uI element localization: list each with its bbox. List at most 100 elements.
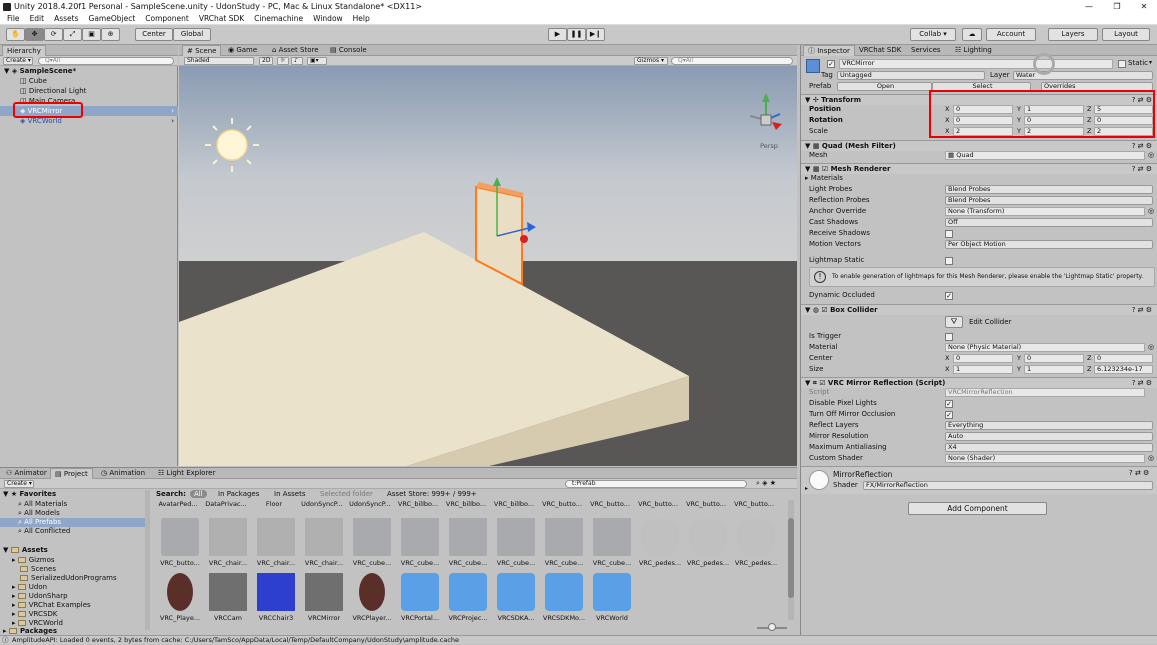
prefab-asset[interactable]: VRC_cube... [493, 518, 539, 567]
static-checkbox[interactable] [1118, 60, 1126, 68]
rect-tool-icon[interactable]: ▣ [82, 28, 101, 41]
asset-label[interactable]: VRC_butto... [683, 500, 729, 508]
prefab-asset[interactable]: VRCWorld [589, 573, 635, 622]
favorite-item[interactable]: ⌕ All Models [0, 509, 145, 518]
prefab-asset[interactable]: VRC_chair... [301, 518, 347, 567]
pause-button[interactable]: ❚❚ [567, 28, 586, 41]
lightmap-static-checkbox[interactable] [945, 257, 953, 265]
object-name-field[interactable]: VRCMirror [839, 59, 1113, 69]
menu-gameobject[interactable]: GameObject [84, 13, 141, 24]
tab-inspector[interactable]: ⓘ Inspector [803, 45, 855, 56]
static-dropdown-icon[interactable]: ▾ [1149, 59, 1152, 66]
audio-toggle-icon[interactable]: ♪ [291, 57, 303, 65]
mirror-resolution-dropdown[interactable]: Auto [945, 432, 1153, 441]
receive-shadows-checkbox[interactable] [945, 230, 953, 238]
tab-console[interactable]: ▤ Console [326, 45, 371, 56]
center-z-field[interactable]: 0 [1094, 354, 1153, 363]
asset-label[interactable]: UdonSyncP... [299, 500, 345, 508]
dynamic-occluded-checkbox[interactable]: ✓ [945, 292, 953, 300]
custom-shader-field[interactable]: None (Shader) [945, 454, 1145, 463]
size-y-field[interactable]: 1 [1024, 365, 1084, 374]
asset-label[interactable]: DataPrivac... [203, 500, 249, 508]
prefab-asset[interactable]: VRC_cube... [589, 518, 635, 567]
collab-dropdown[interactable]: Collab ▾ [910, 28, 956, 41]
scale-y-field[interactable]: 2 [1024, 127, 1084, 136]
scale-z-field[interactable]: 2 [1094, 127, 1153, 136]
is-trigger-checkbox[interactable] [945, 333, 953, 341]
prefab-asset[interactable]: VRC_pedes... [685, 518, 731, 567]
prefab-asset[interactable]: VRC_cube... [397, 518, 443, 567]
scene-root[interactable]: ▼ ◈ SampleScene* [0, 66, 178, 76]
tab-animator[interactable]: ⚇ Animator [2, 468, 51, 479]
shading-mode-dropdown[interactable]: Shaded [184, 57, 254, 65]
filter-asset-store[interactable]: Asset Store: 999+ / 999+ [387, 490, 477, 498]
cast-shadows-dropdown[interactable]: Off [945, 218, 1153, 227]
tab-asset-store[interactable]: ⌂ Asset Store [268, 45, 323, 56]
hierarchy-item-light[interactable]: ◫ Directional Light [0, 86, 178, 96]
asset-label[interactable]: VRC_billbo... [443, 500, 489, 508]
mesh-filter-header[interactable]: ▼ ▦ Quad (Mesh Filter) ? ⇄ ⚙ [801, 140, 1157, 151]
asset-label[interactable]: VRC_butto... [587, 500, 633, 508]
turn-off-occlusion-checkbox[interactable]: ✓ [945, 411, 953, 419]
prefab-asset[interactable]: VRCChair3 [253, 573, 299, 622]
prefab-asset[interactable]: VRCPlayer... [349, 573, 395, 622]
filter-icons[interactable]: ⌕ ◈ ★ [756, 479, 776, 488]
restore-button[interactable]: ❐ [1103, 0, 1131, 13]
hierarchy-item-cube[interactable]: ◫ Cube [0, 76, 178, 86]
folder-scrollbar[interactable] [145, 490, 150, 630]
asset-label[interactable]: VRC_billbo... [395, 500, 441, 508]
filter-in-assets[interactable]: In Assets [274, 490, 306, 498]
menu-edit[interactable]: Edit [25, 13, 50, 24]
tab-vrchat-sdk[interactable]: VRChat SDK [855, 45, 905, 56]
prefab-asset[interactable]: VRC_butto... [157, 518, 203, 567]
scrollbar-thumb[interactable] [788, 518, 794, 598]
prefab-asset[interactable]: VRC_cube... [541, 518, 587, 567]
mirror-script-header[interactable]: ▼ ⌗ ☑ VRC Mirror Reflection (Script) ? ⇄… [801, 377, 1157, 388]
tab-hierarchy[interactable]: Hierarchy [2, 45, 46, 56]
position-x-field[interactable]: 0 [953, 105, 1013, 114]
play-button[interactable]: ▶ [548, 28, 567, 41]
menu-assets[interactable]: Assets [49, 13, 83, 24]
scale-tool-icon[interactable]: ⤢ [63, 28, 82, 41]
max-antialiasing-dropdown[interactable]: X4 [945, 443, 1153, 452]
menu-vrchat-sdk[interactable]: VRChat SDK [194, 13, 249, 24]
menu-file[interactable]: File [2, 13, 25, 24]
rotate-tool-icon[interactable]: ⟳ [44, 28, 63, 41]
prefab-asset[interactable]: VRCPortal... [397, 573, 443, 622]
layers-dropdown[interactable]: Layers [1048, 28, 1098, 41]
component-menu-icon[interactable]: ? ⇄ ⚙ [1129, 469, 1149, 477]
hierarchy-search-input[interactable]: Q▾All [38, 57, 174, 65]
filter-in-packages[interactable]: In Packages [218, 490, 259, 498]
layer-dropdown[interactable]: Water [1013, 71, 1153, 80]
box-collider-header[interactable]: ▼ ◍ ☑ Box Collider ? ⇄ ⚙ [801, 304, 1157, 315]
folder-item[interactable]: ▸ VRChat Examples [0, 601, 145, 610]
menu-cinemachine[interactable]: Cinemachine [249, 13, 308, 24]
rotation-z-field[interactable]: 0 [1094, 116, 1153, 125]
close-button[interactable]: ✕ [1130, 0, 1157, 13]
shader-dropdown[interactable]: FX/MirrorReflection [863, 481, 1153, 490]
account-dropdown[interactable]: Account [986, 28, 1036, 41]
reflection-probes-dropdown[interactable]: Blend Probes [945, 196, 1153, 205]
prefab-asset[interactable]: VRC_chair... [253, 518, 299, 567]
asset-label[interactable]: VRC_billbo... [491, 500, 537, 508]
asset-label[interactable]: VRC_butto... [539, 500, 585, 508]
prefab-asset[interactable]: VRCSDKA... [493, 573, 539, 622]
mesh-field[interactable]: ▦ Quad [945, 151, 1145, 160]
tab-scene[interactable]: # Scene [182, 45, 222, 56]
assets-scrollbar[interactable] [788, 500, 794, 620]
pivot-center-toggle[interactable]: Center [135, 28, 173, 41]
position-z-field[interactable]: 5 [1094, 105, 1153, 114]
component-menu-icon[interactable]: ? ⇄ ⚙ [1132, 164, 1152, 175]
reflect-layers-dropdown[interactable]: Everything [945, 421, 1153, 430]
menu-component[interactable]: Component [140, 13, 194, 24]
favorite-item-selected[interactable]: ⌕ All Prefabs [0, 518, 145, 527]
scene-search-input[interactable]: Q▾All [671, 57, 793, 65]
zoom-slider-handle[interactable] [768, 623, 776, 631]
mesh-renderer-header[interactable]: ▼ ▦ ☑ Mesh Renderer ? ⇄ ⚙ [801, 163, 1157, 174]
edit-collider-button-icon[interactable]: ⛛ [945, 316, 963, 328]
rotation-x-field[interactable]: 0 [953, 116, 1013, 125]
active-checkbox[interactable]: ✓ [827, 60, 835, 68]
size-x-field[interactable]: 1 [953, 365, 1013, 374]
center-y-field[interactable]: 0 [1024, 354, 1084, 363]
size-z-field[interactable]: 6.123234e-17 [1094, 365, 1153, 374]
